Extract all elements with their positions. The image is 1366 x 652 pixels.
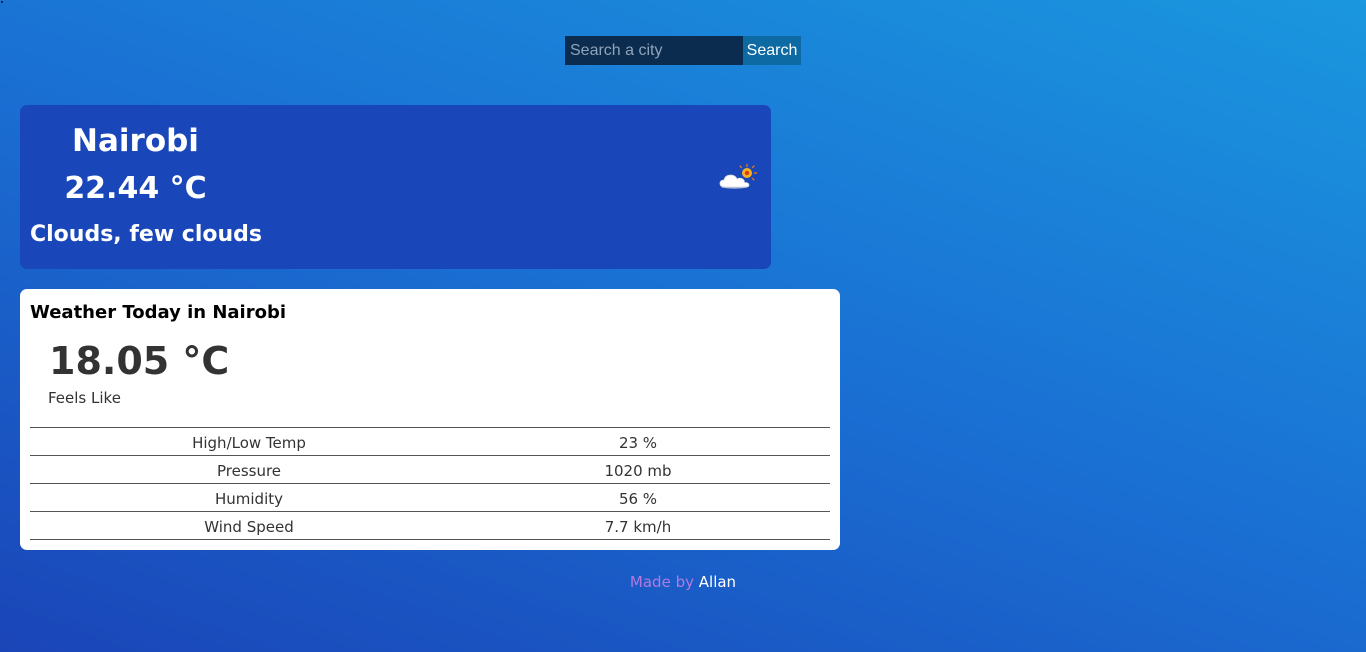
search-button[interactable]: Search — [743, 36, 801, 65]
stat-value-pressure: 1020 mb — [604, 462, 672, 480]
details-title: Weather Today in Nairobi — [30, 302, 286, 323]
stat-value-humidity: 56 % — [618, 490, 658, 508]
weather-description: Clouds, few clouds — [30, 222, 262, 247]
stat-value-wind-speed: 7.7 km/h — [604, 518, 672, 536]
search-input[interactable] — [565, 36, 743, 65]
feels-like-label: Feels Like — [48, 389, 121, 407]
table-row: Humidity 56 % — [30, 484, 830, 512]
feels-like-temperature: 18.05 °C — [49, 339, 230, 383]
stat-value-high-low: 23 % — [618, 434, 658, 452]
table-row: Pressure 1020 mb — [30, 456, 830, 484]
few-clouds-icon — [719, 163, 758, 189]
table-row: High/Low Temp 23 % — [30, 428, 830, 456]
current-weather-card: Nairobi 22.44 °C Clouds, few clouds — [20, 105, 771, 269]
stat-label-humidity: Humidity — [214, 490, 283, 508]
city-name: Nairobi — [72, 123, 199, 159]
current-temperature: 22.44 °C — [64, 171, 207, 206]
footer-made-by: Made by — [629, 573, 694, 591]
table-row: Wind Speed 7.7 km/h — [30, 512, 830, 540]
footer-author-link[interactable]: Allan — [699, 573, 736, 591]
stat-label-wind-speed: Wind Speed — [204, 518, 294, 536]
stat-label-high-low: High/Low Temp — [192, 434, 306, 452]
search-bar: Search — [565, 36, 801, 65]
weather-stats-table: High/Low Temp 23 % Pressure 1020 mb Humi… — [30, 427, 830, 540]
corner-dot — [1, 1, 3, 3]
stat-label-pressure: Pressure — [216, 462, 282, 480]
weather-details-card: Weather Today in Nairobi 18.05 °C Feels … — [20, 289, 840, 550]
footer: Made by Allan — [0, 573, 1366, 591]
